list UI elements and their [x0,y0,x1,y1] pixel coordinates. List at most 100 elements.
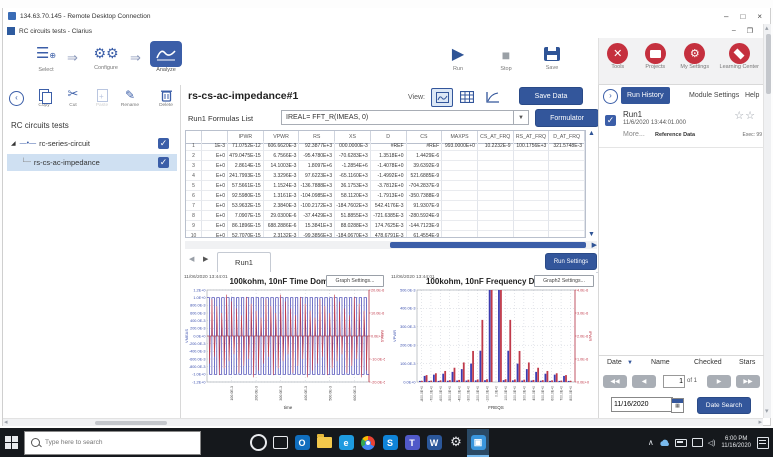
taskbar-icon-teams[interactable]: T [401,429,423,457]
table-cell[interactable] [549,221,585,231]
table-cell[interactable]: E+0 [202,221,228,231]
table-cell[interactable] [514,211,550,221]
sort-stars[interactable]: Stars [739,359,755,366]
view-graph-button[interactable] [483,88,503,105]
table-cell[interactable] [442,181,478,191]
table-cell[interactable] [549,191,585,201]
view-combo-button[interactable] [431,88,453,107]
tree-item-checkbox[interactable] [158,138,169,149]
table-cell[interactable]: 51.8855E+3 [335,211,371,221]
table-cell[interactable]: 000.0000E-3 [335,141,371,151]
table-cell[interactable]: #REF [371,141,407,151]
table-cell[interactable] [478,191,514,201]
run-checkbox[interactable] [605,115,616,126]
table-cell[interactable]: 521.6885E-9 [407,171,443,181]
table-cell[interactable] [549,201,585,211]
hscroll-left-arrow[interactable]: ◂ [4,419,8,427]
table-cell[interactable]: -1.7913E+0 [371,191,407,201]
table-cell[interactable]: 29.0300E-6 [264,211,300,221]
table-cell[interactable]: 92.5980E-15 [228,191,264,201]
table-cell[interactable]: #REF [407,141,443,151]
table-cell[interactable]: E+0 [202,151,228,161]
table-cell[interactable]: 3.3296E-3 [264,171,300,181]
tab-module-settings[interactable]: Module Settings [685,87,743,104]
graph2-settings-button[interactable]: Graph2 Settings... [534,275,594,287]
taskbar-icon-file-explorer[interactable] [313,429,335,457]
hscroll-right-arrow[interactable]: ▸ [758,419,762,427]
window-vscrollbar[interactable]: ▴ ▾ [763,24,771,418]
table-cell[interactable]: E+0 [202,191,228,201]
table-cell[interactable] [442,231,478,238]
table-cell[interactable] [442,171,478,181]
tab-run-history[interactable]: Run History [621,87,670,104]
table-cell[interactable]: 91.9307E-9 [407,201,443,211]
delete-button[interactable]: Delete [153,87,179,108]
vscroll-thumb[interactable] [766,34,771,94]
table-cell[interactable]: -3.7812E+0 [371,181,407,191]
table-cell[interactable]: 53.9632E-15 [228,201,264,211]
table-cell[interactable]: 58.1120E+3 [335,191,371,201]
table-cell[interactable] [478,181,514,191]
prev-page-button[interactable]: ◀ [632,375,656,388]
formula-dropdown[interactable]: IREAL= FFT_R(IMEAS, 0) ▼ [281,110,529,125]
table-cell[interactable] [514,151,550,161]
row-number-cell[interactable]: 8 [186,211,202,221]
table-cell[interactable]: -95.4780E+3 [299,151,335,161]
row-number-cell[interactable]: 3 [186,161,202,171]
table-cell[interactable]: 241.7993E-15 [228,171,264,181]
row-number-cell[interactable]: 7 [186,201,202,211]
formula-dropdown-arrow-icon[interactable]: ▼ [513,111,528,124]
collapse-sidebar-button[interactable]: ‹ [9,91,24,106]
hscroll-thumb[interactable] [95,421,167,426]
table-hscroll-thumb[interactable] [390,242,586,248]
tray-chevron-icon[interactable]: ∧ [648,438,654,447]
table-cell[interactable]: 606.6620E-3 [264,141,300,151]
table-cell[interactable]: E+0 [202,231,228,238]
vscroll-down-arrow[interactable]: ▾ [765,408,769,416]
row-number-cell[interactable]: 5 [186,181,202,191]
table-cell[interactable]: 993.0000E+0 [442,141,478,151]
table-cell[interactable] [478,221,514,231]
collapse-panel-button[interactable]: › [603,89,618,104]
table-cell[interactable]: -65.1160E+3 [335,171,371,181]
page-input[interactable] [663,375,685,388]
table-cell[interactable]: 2.8614E-15 [228,161,264,171]
table-cell[interactable]: 86.1896E-15 [228,221,264,231]
tree-item-checkbox[interactable] [158,157,169,168]
start-button[interactable] [0,429,22,457]
app-restore-button[interactable]: ❐ [747,27,753,35]
table-cell[interactable] [478,211,514,221]
tray-clock[interactable]: 6:00 PM 11/16/2020 [721,436,751,450]
table-cell[interactable] [442,211,478,221]
table-cell[interactable]: 478.6791E-3 [371,231,407,238]
table-cell[interactable]: 57.5661E-15 [228,181,264,191]
tools-button[interactable]: ✕ Tools [600,43,636,84]
row-number-cell[interactable]: 4 [186,171,202,181]
table-cell[interactable]: 52.7070E-15 [228,231,264,238]
table-cell[interactable]: 14.1003E-3 [264,161,300,171]
table-cell[interactable]: 71.0752E-12 [228,141,264,151]
sort-date[interactable]: Date [607,359,622,366]
table-cell[interactable]: 1.3161E-3 [264,191,300,201]
table-vscroll[interactable]: ▲ ▼ [587,130,597,238]
table-cell[interactable]: 174.7625E-3 [371,221,407,231]
tab-help[interactable]: Help [745,87,759,104]
taskbar-icon-remote-desktop[interactable]: ▣ [467,429,489,457]
rename-button[interactable]: ✎ Rename [115,87,145,108]
view-table-button[interactable] [457,88,477,105]
save-data-button[interactable]: Save Data [519,87,583,105]
table-cell[interactable]: -70.6283E+3 [335,151,371,161]
table-cell[interactable]: -136.7888E+3 [299,181,335,191]
table-cell[interactable]: -1.4078E+0 [371,161,407,171]
rdp-minimize-button[interactable]: – [724,12,728,21]
rdp-maximize-button[interactable]: □ [740,12,745,21]
table-cell[interactable] [478,201,514,211]
run-stars[interactable]: ☆☆ [734,109,756,122]
table-cell[interactable] [478,151,514,161]
table-cell[interactable] [549,171,585,181]
row-number-cell[interactable]: 2 [186,151,202,161]
table-cell[interactable]: 88.0288E+3 [335,221,371,231]
table-cell[interactable]: E+0 [202,181,228,191]
my-settings-button[interactable]: ⚙ My Settings [675,43,715,84]
last-page-button[interactable]: ▶▶ [736,375,760,388]
